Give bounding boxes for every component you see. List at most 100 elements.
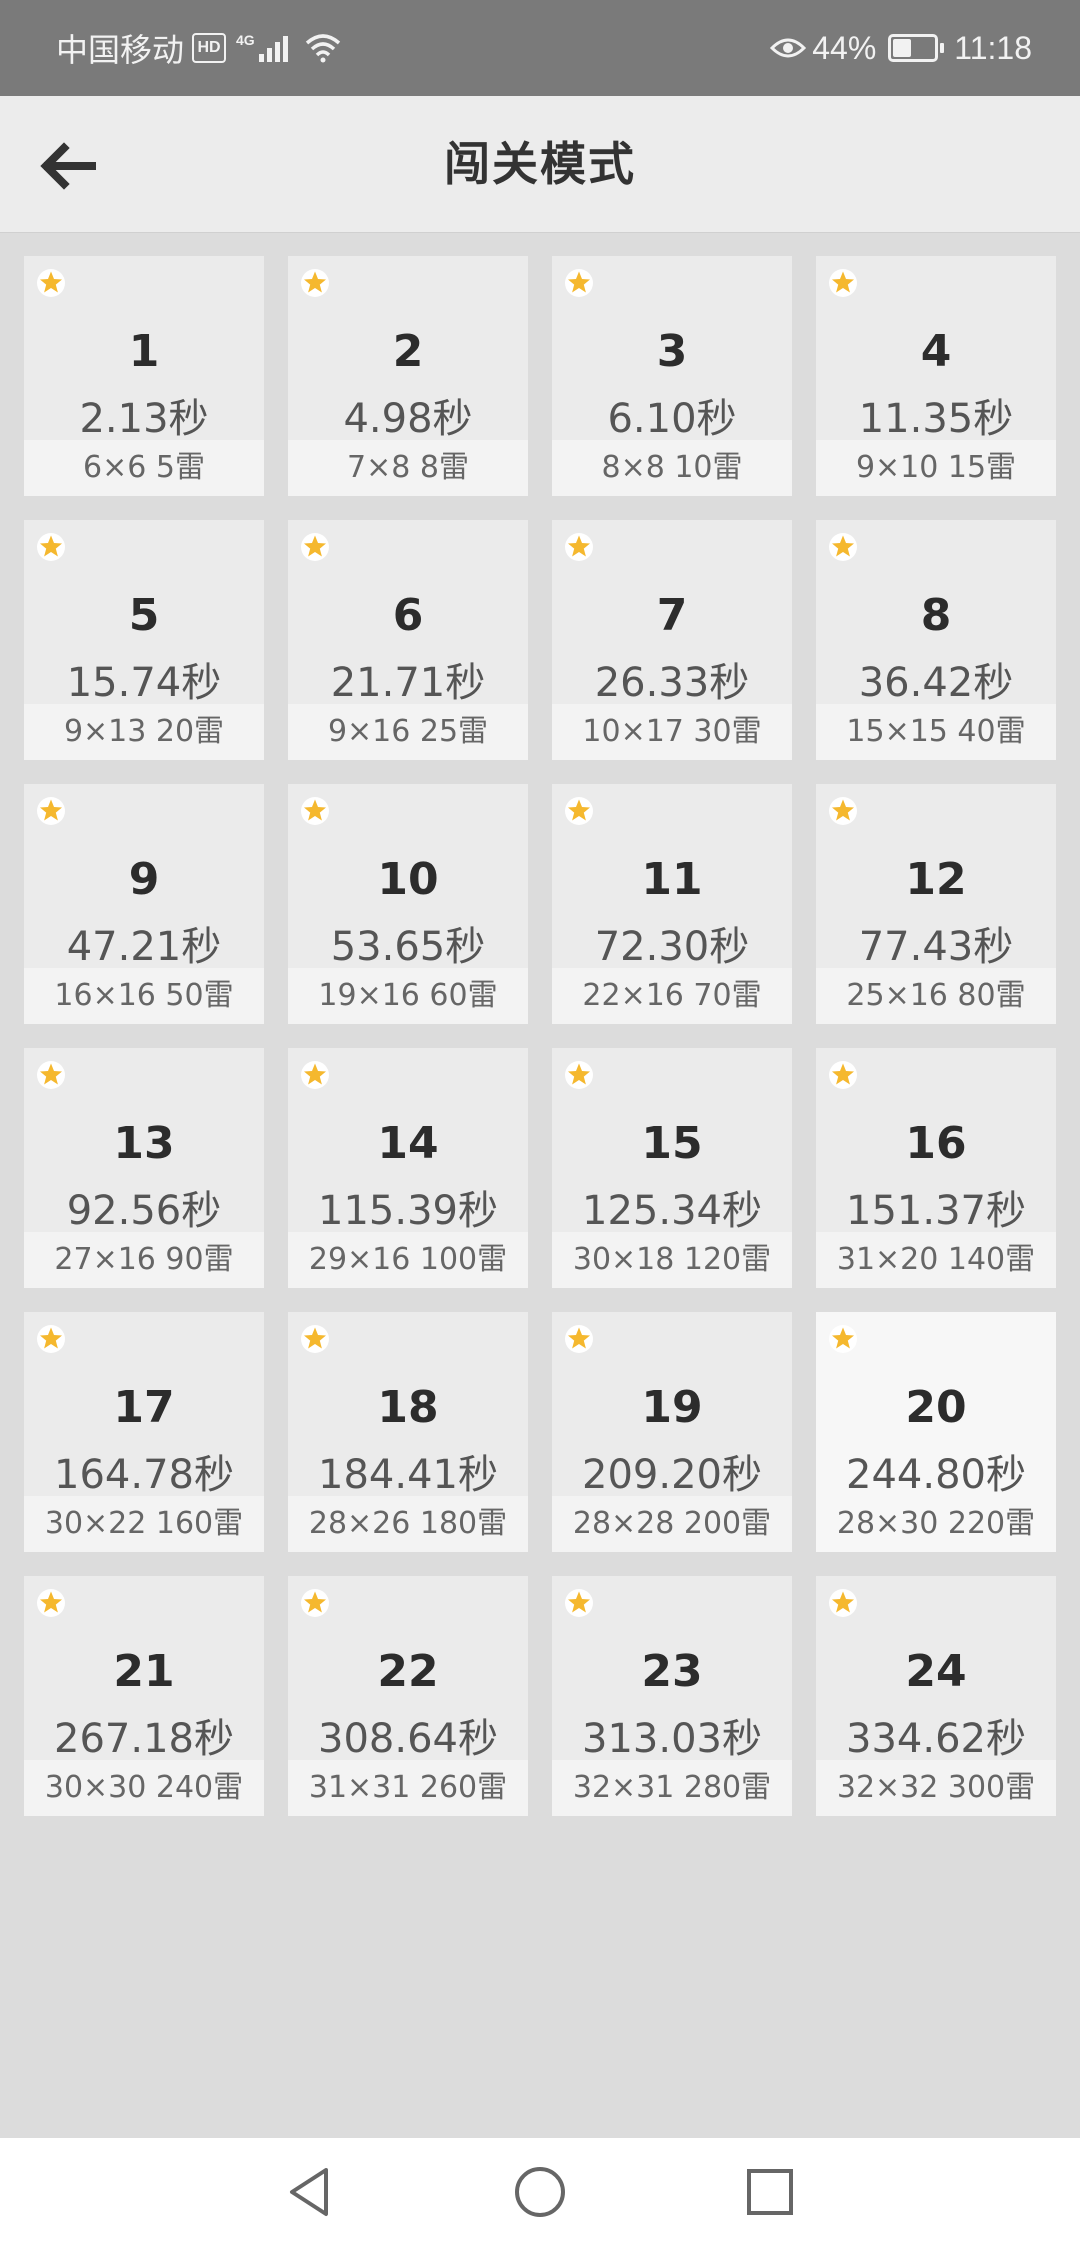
level-card[interactable]: 17 164.78秒 30×22 160雷: [24, 1312, 264, 1552]
level-number: 8: [920, 590, 952, 641]
carrier-name: 中国移动: [56, 32, 185, 68]
level-number: 15: [641, 1118, 703, 1169]
level-card[interactable]: 18 184.41秒 28×26 180雷: [288, 1312, 528, 1552]
level-card[interactable]: 15 125.34秒 30×18 120雷: [552, 1048, 792, 1288]
board-info: 6×6 5雷: [24, 440, 264, 496]
best-time: 53.65秒: [330, 924, 486, 970]
eye-comfort-icon: [770, 38, 807, 58]
board-info: 30×22 160雷: [24, 1496, 264, 1552]
level-card[interactable]: 4 11.35秒 9×10 15雷: [816, 256, 1056, 496]
star-icon: [301, 1589, 329, 1617]
level-number: 19: [641, 1382, 703, 1433]
status-left: 中国移动 HD 4G: [56, 0, 341, 96]
board-info: 16×16 50雷: [24, 968, 264, 1024]
best-time: 21.71秒: [330, 660, 486, 706]
best-time: 92.56秒: [66, 1188, 222, 1234]
star-icon: [37, 797, 65, 825]
level-card[interactable]: 22 308.64秒 31×31 260雷: [288, 1576, 528, 1816]
level-card[interactable]: 11 72.30秒 22×16 70雷: [552, 784, 792, 1024]
level-card[interactable]: 16 151.37秒 31×20 140雷: [816, 1048, 1056, 1288]
status-right: 44% 11:18: [770, 0, 1032, 96]
best-time: 2.13秒: [79, 396, 209, 442]
clock: 11:18: [954, 29, 1032, 66]
app-header: 闯关模式: [0, 96, 1080, 233]
level-card[interactable]: 19 209.20秒 28×28 200雷: [552, 1312, 792, 1552]
level-card[interactable]: 9 47.21秒 16×16 50雷: [24, 784, 264, 1024]
star-icon: [829, 1589, 857, 1617]
best-time: 47.21秒: [66, 924, 222, 970]
best-time: 267.18秒: [54, 1716, 234, 1762]
nav-recents-button[interactable]: [742, 2164, 798, 2220]
board-info: 8×8 10雷: [552, 440, 792, 496]
board-info: 27×16 90雷: [24, 1232, 264, 1288]
level-number: 10: [377, 854, 439, 905]
square-recents-icon: [747, 2169, 793, 2215]
best-time: 77.43秒: [858, 924, 1014, 970]
level-number: 2: [392, 326, 424, 377]
star-icon: [301, 1061, 329, 1089]
level-card[interactable]: 13 92.56秒 27×16 90雷: [24, 1048, 264, 1288]
board-info: 9×16 25雷: [288, 704, 528, 760]
board-info: 19×16 60雷: [288, 968, 528, 1024]
wifi-icon: [305, 34, 340, 63]
star-icon: [829, 533, 857, 561]
battery-icon: [888, 34, 945, 62]
level-card[interactable]: 12 77.43秒 25×16 80雷: [816, 784, 1056, 1024]
level-card[interactable]: 21 267.18秒 30×30 240雷: [24, 1576, 264, 1816]
level-card[interactable]: 6 21.71秒 9×16 25雷: [288, 520, 528, 760]
best-time: 15.74秒: [66, 660, 222, 706]
star-icon: [829, 1325, 857, 1353]
star-icon: [829, 269, 857, 297]
star-icon: [37, 1589, 65, 1617]
hd-badge: HD: [192, 33, 227, 63]
level-card[interactable]: 1 2.13秒 6×6 5雷: [24, 256, 264, 496]
board-info: 31×20 140雷: [816, 1232, 1056, 1288]
best-time: 244.80秒: [846, 1452, 1026, 1498]
network-type: 4G: [236, 32, 255, 48]
star-icon: [565, 533, 593, 561]
level-card[interactable]: 24 334.62秒 32×32 300雷: [816, 1576, 1056, 1816]
level-number: 7: [656, 590, 688, 641]
board-info: 22×16 70雷: [552, 968, 792, 1024]
navigation-bar: [0, 2138, 1080, 2244]
level-number: 23: [641, 1646, 703, 1697]
level-card[interactable]: 2 4.98秒 7×8 8雷: [288, 256, 528, 496]
board-info: 30×30 240雷: [24, 1760, 264, 1816]
board-info: 9×13 20雷: [24, 704, 264, 760]
level-number: 20: [905, 1382, 967, 1433]
level-card[interactable]: 5 15.74秒 9×13 20雷: [24, 520, 264, 760]
board-info: 29×16 100雷: [288, 1232, 528, 1288]
best-time: 4.98秒: [343, 396, 473, 442]
level-card[interactable]: 7 26.33秒 10×17 30雷: [552, 520, 792, 760]
best-time: 151.37秒: [846, 1188, 1026, 1234]
level-number: 12: [905, 854, 967, 905]
best-time: 209.20秒: [582, 1452, 762, 1498]
best-time: 6.10秒: [607, 396, 737, 442]
level-number: 11: [641, 854, 703, 905]
level-number: 14: [377, 1118, 439, 1169]
level-number: 9: [128, 854, 160, 905]
board-info: 15×15 40雷: [816, 704, 1056, 760]
battery-percent: 44%: [812, 29, 877, 66]
star-icon: [301, 533, 329, 561]
level-number: 18: [377, 1382, 439, 1433]
nav-back-button[interactable]: [282, 2164, 338, 2220]
level-number: 13: [113, 1118, 175, 1169]
level-card[interactable]: 23 313.03秒 32×31 280雷: [552, 1576, 792, 1816]
star-icon: [301, 1325, 329, 1353]
level-number: 6: [392, 590, 424, 641]
board-info: 31×31 260雷: [288, 1760, 528, 1816]
star-icon: [301, 269, 329, 297]
level-number: 5: [128, 590, 160, 641]
level-card[interactable]: 20 244.80秒 28×30 220雷: [816, 1312, 1056, 1552]
level-card[interactable]: 8 36.42秒 15×15 40雷: [816, 520, 1056, 760]
level-card[interactable]: 3 6.10秒 8×8 10雷: [552, 256, 792, 496]
nav-home-button[interactable]: [512, 2164, 568, 2220]
star-icon: [565, 1061, 593, 1089]
level-card[interactable]: 10 53.65秒 19×16 60雷: [288, 784, 528, 1024]
star-icon: [829, 797, 857, 825]
best-time: 313.03秒: [582, 1716, 762, 1762]
level-card[interactable]: 14 115.39秒 29×16 100雷: [288, 1048, 528, 1288]
board-info: 32×31 280雷: [552, 1760, 792, 1816]
star-icon: [565, 1589, 593, 1617]
